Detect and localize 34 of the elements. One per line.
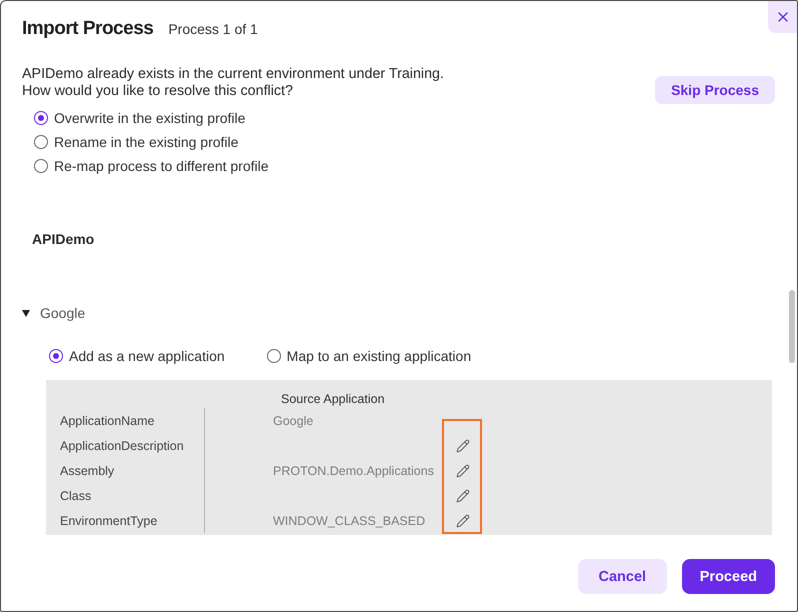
close-button[interactable]: [768, 1, 797, 33]
dialog-subtitle: Process 1 of 1: [168, 21, 258, 37]
cancel-button[interactable]: Cancel: [578, 559, 667, 594]
process-name: APIDemo: [32, 231, 94, 248]
conflict-message: APIDemo already exists in the current environment under Training.: [22, 66, 444, 83]
proceed-button[interactable]: Proceed: [682, 559, 775, 594]
field-value: Google: [273, 414, 314, 428]
option-label: Overwrite in the existing profile: [54, 110, 246, 126]
field-name: EnvironmentType: [60, 514, 158, 528]
option-label: Map to an existing application: [286, 348, 472, 364]
column-heading: Source Application: [281, 392, 385, 407]
dialog-title: Import Process: [22, 17, 154, 41]
scrollbar-thumb[interactable]: [789, 290, 795, 363]
radio-button[interactable]: [34, 111, 48, 125]
option-label: Add as a new application: [69, 348, 225, 364]
pencil-icon[interactable]: [456, 488, 470, 502]
pencil-icon[interactable]: [456, 514, 470, 528]
field-value: WINDOW_CLASS_BASED: [273, 514, 426, 528]
radio-button[interactable]: [34, 135, 48, 149]
skip-button[interactable]: Skip Process: [655, 76, 775, 104]
field-name: Class: [60, 488, 92, 502]
field-value: PROTON.Demo.Applications: [273, 464, 434, 478]
field-name: Assembly: [60, 464, 116, 478]
conflict-question: How would you like to resolve this conflict?: [22, 83, 294, 100]
radio-button[interactable]: [49, 349, 63, 363]
field-name: ApplicationDescription: [60, 438, 185, 452]
pencil-icon[interactable]: [456, 464, 470, 478]
option-label: Re-map process to different profile: [54, 158, 269, 174]
radio-button[interactable]: [34, 159, 48, 173]
field-name: ApplicationName: [60, 414, 156, 428]
option-label: Rename in the existing profile: [54, 134, 238, 150]
pencil-icon[interactable]: [456, 438, 470, 452]
expand-toggle[interactable]: Google: [22, 303, 86, 323]
radio-button[interactable]: [266, 349, 281, 363]
